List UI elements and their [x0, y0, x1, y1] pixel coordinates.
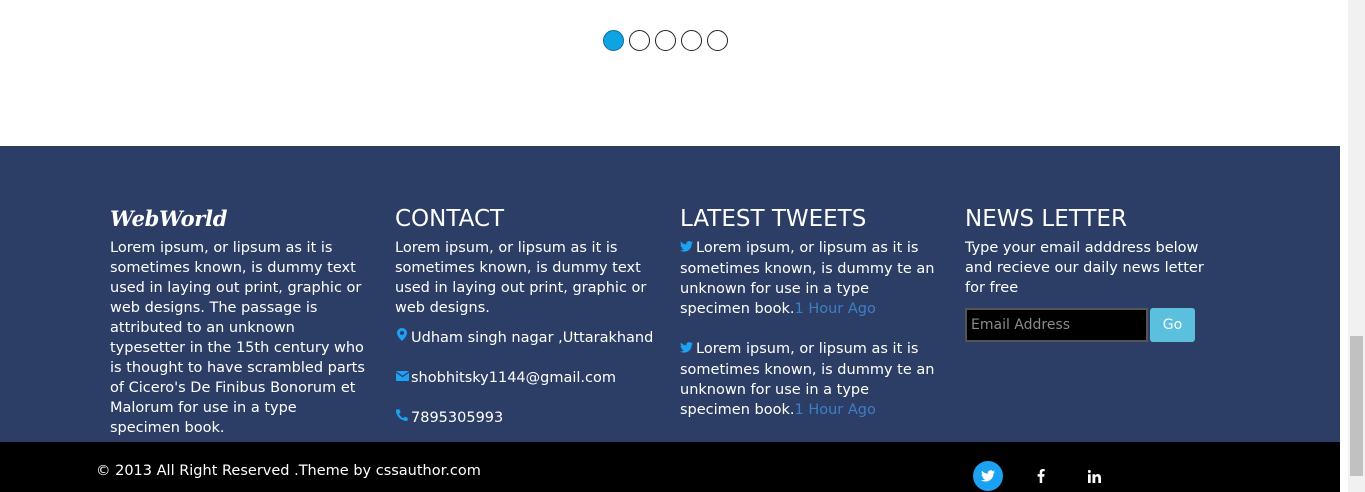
page: WebWorld Lorem ipsum, or lipsum as it is… [0, 0, 1365, 492]
phone-icon [395, 408, 409, 428]
slider-dot[interactable] [603, 30, 624, 51]
footer: WebWorld Lorem ipsum, or lipsum as it is… [0, 146, 1340, 442]
scrollbar-thumb[interactable] [1350, 336, 1363, 476]
slider-dot[interactable] [707, 30, 728, 51]
footer-contact: CONTACT Lorem ipsum, or lipsum as it is … [395, 204, 655, 428]
tweet-time-link[interactable]: 1 Hour Ago [794, 301, 875, 317]
slider-dot[interactable] [629, 30, 650, 51]
tweet-item: Lorem ipsum, or lipsum as it is sometime… [680, 238, 940, 319]
scrollbar[interactable] [1348, 0, 1365, 492]
map-marker-icon [395, 328, 409, 348]
slider-dot[interactable] [655, 30, 676, 51]
footer-about: WebWorld Lorem ipsum, or lipsum as it is… [110, 204, 370, 438]
tweets-heading: LATEST TWEETS [680, 206, 867, 232]
envelope-icon [395, 368, 409, 388]
contact-phone: 7895305993 [395, 408, 655, 428]
phone-text[interactable]: 7895305993 [411, 408, 503, 428]
address-text: Udham singh nagar ,Uttarakhand [411, 330, 654, 346]
facebook-icon[interactable] [1026, 461, 1056, 491]
tweet-time-link[interactable]: 1 Hour Ago [794, 402, 875, 418]
go-button[interactable]: Go [1150, 308, 1195, 342]
about-text: Lorem ipsum, or lipsum as it is sometime… [110, 240, 365, 436]
twitter-icon[interactable] [973, 461, 1003, 491]
footer-newsletter: NEWS LETTER Type your email adddress bel… [965, 204, 1225, 342]
contact-text: Lorem ipsum, or lipsum as it is sometime… [395, 240, 647, 316]
email-text[interactable]: shobhitsky1144@gmail.com [411, 368, 616, 388]
brand-logo[interactable]: WebWorld [110, 204, 370, 234]
social-links [973, 461, 1109, 491]
newsletter-form: Go [965, 308, 1225, 342]
email-input[interactable] [965, 308, 1148, 342]
twitter-bird-icon [680, 241, 693, 256]
linkedin-icon[interactable] [1079, 461, 1109, 491]
newsletter-text: Type your email adddress below and recie… [965, 240, 1204, 296]
newsletter-heading: NEWS LETTER [965, 206, 1127, 232]
contact-email: shobhitsky1144@gmail.com [395, 368, 655, 388]
slider-dot[interactable] [681, 30, 702, 51]
copyright-text: © 2013 All Right Reserved .Theme by cssa… [96, 463, 481, 479]
bottom-bar: © 2013 All Right Reserved .Theme by cssa… [0, 442, 1340, 492]
contact-heading: CONTACT [395, 206, 505, 232]
footer-tweets: LATEST TWEETS Lorem ipsum, or lipsum as … [680, 204, 940, 440]
tweet-item: Lorem ipsum, or lipsum as it is sometime… [680, 339, 940, 420]
slider-pagination [603, 30, 728, 51]
twitter-bird-icon [680, 342, 693, 357]
contact-address: Udham singh nagar ,Uttarakhand [395, 328, 655, 348]
